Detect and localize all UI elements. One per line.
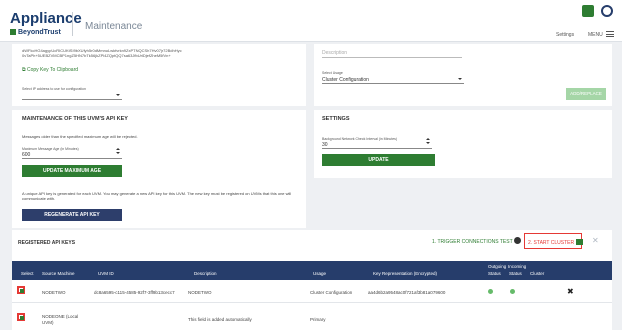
description-input[interactable]: Description	[322, 50, 462, 58]
cell-usage: Primary	[310, 317, 326, 322]
cell-key-rep: aa4d6b2a9548ac0f721af3b81a079600	[368, 290, 446, 295]
start-cluster-link[interactable]: 2. START CLUSTER	[528, 239, 583, 246]
col-key-rep: Key Representation (Encrypted)	[373, 271, 438, 276]
maintenance-title: MAINTENANCE OF THIS UVM'S API KEY	[22, 116, 128, 122]
col-cluster: Cluster	[530, 271, 545, 276]
regen-info: A unique API key is generated for each U…	[22, 191, 292, 201]
status-user-icon[interactable]	[582, 5, 594, 17]
sub-brand-text: BeyondTrust	[18, 29, 61, 36]
max-age-label: Maximum Message Age (in Minutes)	[22, 147, 79, 151]
table-row: NODETWO dc8a6595-c115-4585-92f7-3ff9b13c…	[12, 280, 612, 303]
beyondtrust-logo: BeyondTrust	[10, 29, 61, 36]
col-usage: Usage	[313, 271, 327, 276]
cell-description: NODETWO	[188, 290, 212, 295]
col-uvm-id: UVM ID	[98, 271, 114, 276]
trigger-label: 1. TRIGGER CONNECTIONS TEST	[432, 239, 513, 245]
col-select: Select	[21, 271, 34, 276]
row-checkbox[interactable]	[17, 313, 25, 321]
table-row: NODEONE (Local UVM) This field is added …	[12, 303, 612, 330]
checkbox-mark	[20, 289, 24, 293]
col-description: Description	[194, 271, 217, 276]
outgoing-status-dot	[488, 289, 493, 294]
app-header: Appliance BeyondTrust Maintenance Settin…	[0, 0, 622, 42]
incoming-status-dot	[510, 289, 515, 294]
settings-title: SETTINGS	[322, 116, 350, 122]
cell-description: This field is added automatically	[188, 317, 252, 322]
app-brand: Appliance	[10, 10, 82, 27]
usage-select-label: Select Usage	[322, 71, 343, 75]
ip-select[interactable]	[22, 93, 122, 100]
row-checkbox[interactable]	[17, 286, 25, 294]
spinner-arrows-icon[interactable]	[426, 138, 430, 144]
copy-key-link[interactable]: ⧉ Copy Key To Clipboard	[22, 67, 78, 73]
max-age-value: 600	[22, 152, 31, 158]
copy-key-label: Copy Key To Clipboard	[26, 67, 79, 73]
page-title: Maintenance	[85, 21, 143, 32]
close-icon[interactable]: ✕	[592, 236, 599, 245]
chevron-down-icon	[458, 78, 462, 80]
header-divider	[72, 12, 73, 36]
menu-link[interactable]: MENU	[588, 32, 603, 38]
col-outgoing: Outgoing	[488, 264, 507, 269]
col-incoming: Incoming	[508, 264, 527, 269]
cell-source: NODETWO	[42, 290, 66, 295]
cell-uvm-id: dc8a6595-c115-4585-92f7-3ff9b13cecc7	[94, 290, 175, 295]
update-interval-button[interactable]: UPDATE	[322, 154, 435, 166]
hamburger-icon[interactable]	[606, 31, 614, 37]
api-key-text: dWFkcHG4agypUcRICUKtSI9bXUfyh5r0dMmnuLwk…	[22, 48, 182, 58]
usage-select-value: Cluster Configuration	[322, 77, 369, 83]
col-incoming-status: Status	[509, 271, 522, 276]
settings-link[interactable]: Settings	[556, 32, 574, 38]
usage-select[interactable]: Cluster Configuration	[322, 77, 464, 84]
ip-select-label: Select IP address to use for configurati…	[22, 87, 86, 91]
registered-title: REGISTERED API KEYS	[18, 240, 76, 246]
update-max-age-button[interactable]: UPDATE MAXIMUM AGE	[22, 165, 122, 177]
max-age-input[interactable]: 600	[22, 148, 122, 159]
play-circle-icon	[513, 237, 521, 244]
interval-input[interactable]: 30	[322, 138, 432, 149]
col-outgoing-status: Status	[488, 271, 501, 276]
table-header: Select Source Machine UVM ID Description…	[12, 261, 612, 280]
spinner-arrows-icon[interactable]	[116, 148, 120, 154]
col-source: Source Machine	[42, 271, 75, 276]
maintenance-info: Messages older than the specified maximu…	[22, 134, 138, 139]
cell-usage: Cluster Configuration	[310, 290, 353, 295]
power-icon[interactable]	[601, 5, 613, 17]
interval-label: Background Network Check Interval (in Mi…	[322, 137, 398, 141]
checkbox-mark	[20, 316, 24, 320]
add-replace-button[interactable]: ADD/REPLACE	[566, 88, 606, 100]
grid-icon	[10, 29, 16, 35]
start-cluster-label: 2. START CLUSTER	[528, 240, 575, 246]
interval-value: 30	[322, 142, 328, 148]
cluster-icon	[575, 239, 583, 245]
regenerate-api-key-button[interactable]: REGENERATE API KEY	[22, 209, 122, 221]
chevron-down-icon	[116, 94, 120, 96]
cell-source: NODEONE (Local UVM)	[42, 314, 79, 325]
trigger-connections-test-link[interactable]: 1. TRIGGER CONNECTIONS TEST	[432, 237, 521, 245]
delete-icon[interactable]: ✖	[567, 287, 574, 296]
